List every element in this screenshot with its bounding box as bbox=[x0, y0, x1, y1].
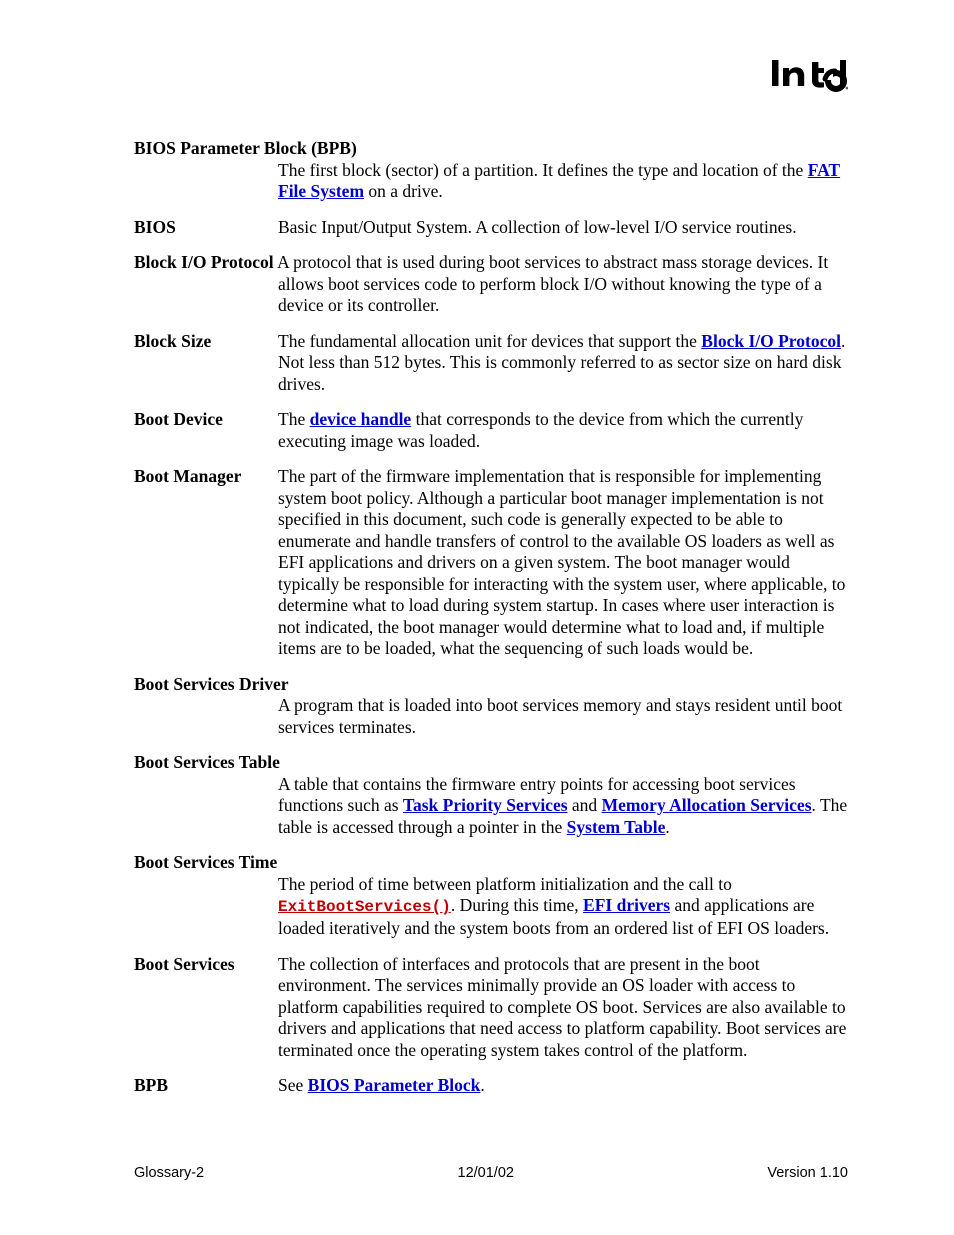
definition: Basic Input/Output System. A collection … bbox=[278, 217, 848, 239]
glossary-entry: Block Size The fundamental allocation un… bbox=[134, 331, 848, 396]
definition: The part of the firmware implementation … bbox=[278, 466, 848, 660]
link-block-io-protocol[interactable]: Block I/O Protocol bbox=[701, 331, 841, 351]
glossary-entry: Boot Services The collection of interfac… bbox=[134, 954, 848, 1062]
definition-inline: A protocol that is used during boot serv… bbox=[277, 252, 828, 272]
definition: A table that contains the firmware entry… bbox=[278, 774, 848, 839]
definition: The device handle that corresponds to th… bbox=[278, 409, 848, 452]
term: BIOS bbox=[134, 217, 278, 239]
link-bios-parameter-block[interactable]: BIOS Parameter Block bbox=[308, 1075, 481, 1095]
term: Block I/O Protocol bbox=[134, 252, 274, 272]
term: BIOS Parameter Block (BPB) bbox=[134, 138, 848, 160]
glossary-entry: BIOS Basic Input/Output System. A collec… bbox=[134, 217, 848, 239]
term: BPB bbox=[134, 1075, 278, 1097]
term: Boot Services Driver bbox=[134, 674, 848, 696]
link-task-priority-services[interactable]: Task Priority Services bbox=[403, 795, 568, 815]
glossary-entry: Boot Services Driver A program that is l… bbox=[134, 674, 848, 739]
page-footer: Glossary-2 12/01/02 Version 1.10 bbox=[134, 1165, 848, 1181]
link-system-table[interactable]: System Table bbox=[567, 817, 666, 837]
definition: The collection of interfaces and protoco… bbox=[278, 954, 848, 1062]
link-memory-allocation-services[interactable]: Memory Allocation Services bbox=[602, 795, 812, 815]
definition: A program that is loaded into boot servi… bbox=[278, 695, 848, 738]
definition: The fundamental allocation unit for devi… bbox=[278, 331, 848, 396]
definition: See BIOS Parameter Block. bbox=[278, 1075, 848, 1097]
glossary-entry: Boot Device The device handle that corre… bbox=[134, 409, 848, 452]
term: Boot Services Time bbox=[134, 852, 848, 874]
glossary-entry: Boot Manager The part of the firmware im… bbox=[134, 466, 848, 660]
glossary-entry: Boot Services Table A table that contain… bbox=[134, 752, 848, 838]
term: Boot Device bbox=[134, 409, 278, 431]
definition: The first block (sector) of a partition.… bbox=[278, 160, 848, 203]
definition: The period of time between platform init… bbox=[278, 874, 848, 940]
definition: allows boot services code to perform blo… bbox=[278, 274, 848, 317]
link-exitbootservices[interactable]: ExitBootServices() bbox=[278, 898, 451, 916]
page: BIOS Parameter Block (BPB) The first blo… bbox=[0, 0, 954, 1235]
link-efi-drivers[interactable]: EFI drivers bbox=[583, 895, 670, 915]
term: Boot Services bbox=[134, 954, 278, 976]
glossary-content: BIOS Parameter Block (BPB) The first blo… bbox=[134, 138, 848, 1097]
glossary-entry: Block I/O Protocol A protocol that is us… bbox=[134, 252, 848, 317]
footer-center: 12/01/02 bbox=[458, 1165, 514, 1181]
term: Boot Services Table bbox=[134, 752, 848, 774]
glossary-entry: BPB See BIOS Parameter Block. bbox=[134, 1075, 848, 1097]
term: Block Size bbox=[134, 331, 278, 353]
footer-left: Glossary-2 bbox=[134, 1165, 204, 1181]
glossary-entry: BIOS Parameter Block (BPB) The first blo… bbox=[134, 138, 848, 203]
term: Boot Manager bbox=[134, 466, 278, 488]
footer-right: Version 1.10 bbox=[767, 1165, 848, 1181]
link-device-handle[interactable]: device handle bbox=[310, 409, 412, 429]
intel-logo bbox=[770, 56, 848, 99]
glossary-entry: Boot Services Time The period of time be… bbox=[134, 852, 848, 939]
